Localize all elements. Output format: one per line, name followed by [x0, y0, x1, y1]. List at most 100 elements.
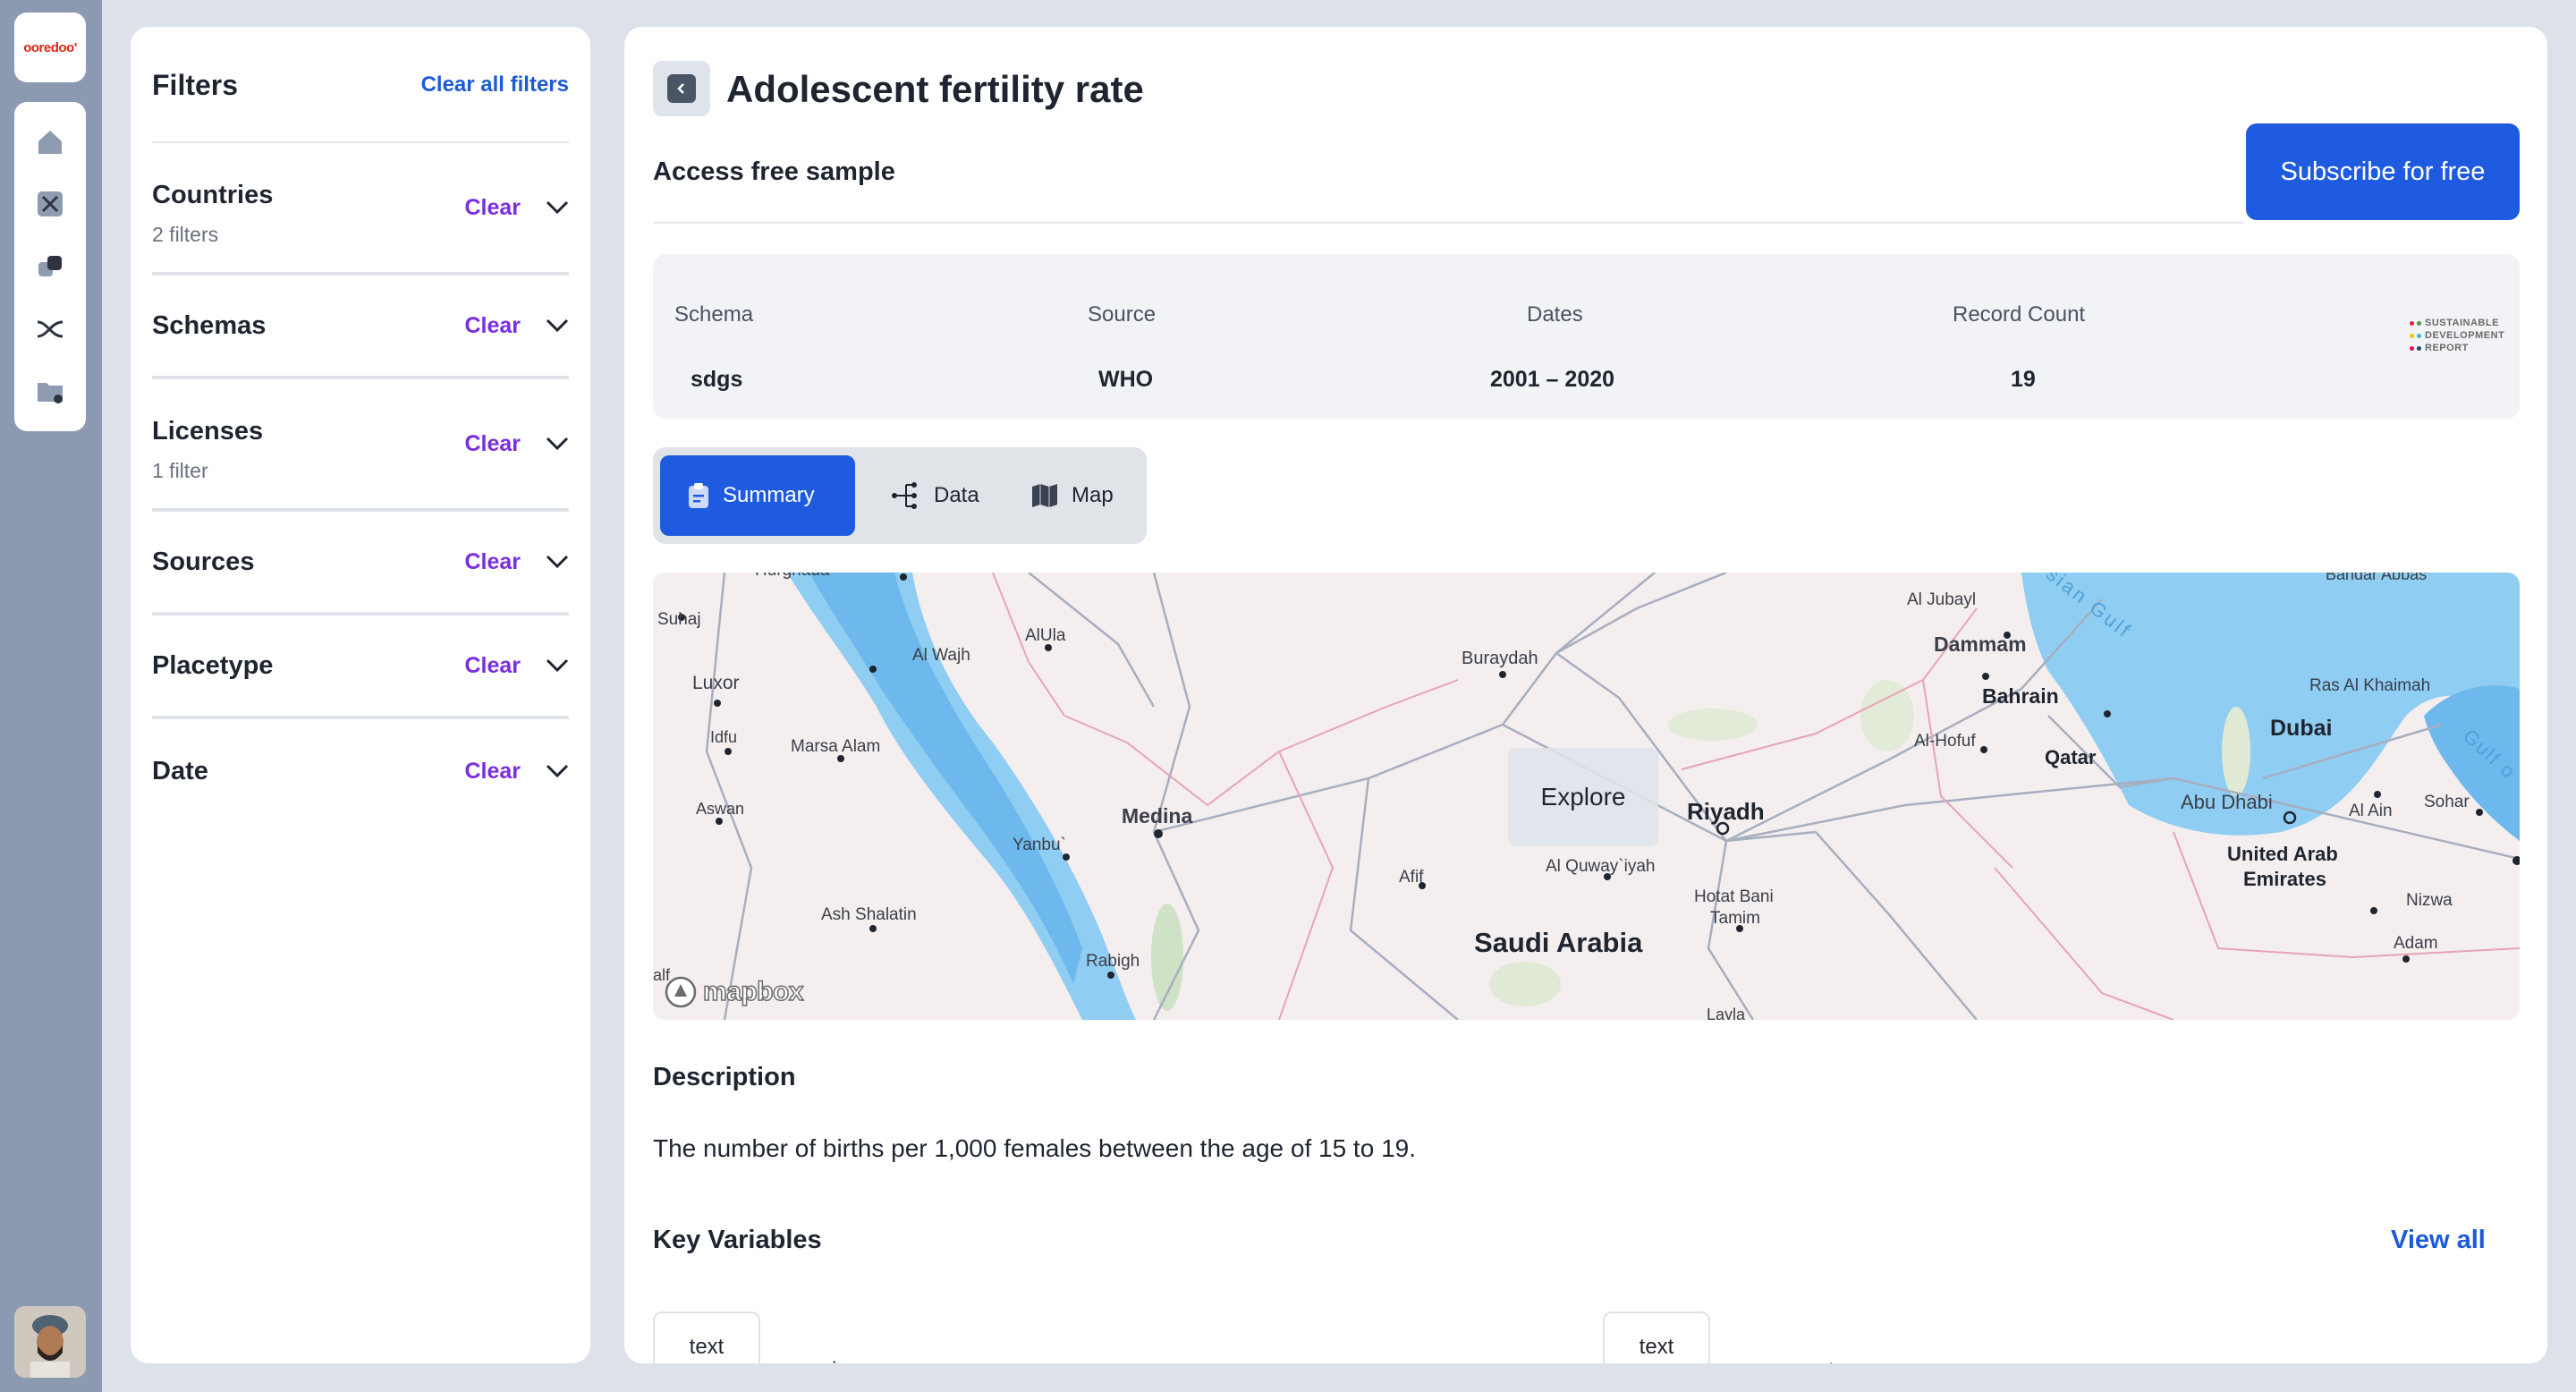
tab-summary[interactable]: Summary [660, 455, 855, 536]
view-all-link[interactable]: View all [2391, 1226, 2486, 1255]
clear-licenses-button[interactable]: Clear [464, 431, 521, 457]
map-label: Ras Al Khaimah [2309, 676, 2430, 695]
data-tree-icon [892, 482, 917, 509]
clear-countries-button[interactable]: Clear [464, 195, 521, 221]
clear-all-filters-link[interactable]: Clear all filters [421, 72, 569, 98]
map-label: Yanbu` [1013, 836, 1066, 854]
variable-type-chip: text [653, 1311, 760, 1363]
dataset-panel: Adolescent fertility rate Access free sa… [624, 27, 2547, 1363]
map-label: Dubai [2270, 716, 2332, 741]
filter-group-sources[interactable]: Sources Clear [152, 512, 569, 615]
map-label: Nizwa [2406, 891, 2453, 910]
filter-group-countries[interactable]: Countries 2 filters Clear [152, 143, 569, 276]
folder-user-icon[interactable] [30, 371, 70, 411]
description-heading: Description [653, 1063, 796, 1091]
rail-nav [14, 102, 86, 431]
tab-label: Summary [723, 483, 815, 507]
map-label: Al Ain [2349, 802, 2393, 820]
tab-label: Data [934, 483, 979, 507]
back-button[interactable] [653, 61, 710, 116]
dates-value: 2001 – 2020 [1490, 367, 1615, 392]
chevron-down-icon[interactable] [546, 555, 569, 569]
filter-group-count: 2 filters [152, 223, 219, 246]
schema-value: sdgs [691, 367, 743, 392]
schema-label: Schema [674, 302, 754, 327]
map-preview[interactable]: Hurghada Suhaj Luxor Idfu Aswan Marsa Al… [653, 573, 2520, 1020]
filter-group-title: Countries [152, 181, 274, 209]
variable-type-chip: text [1603, 1311, 1710, 1363]
filter-group-schemas[interactable]: Schemas Clear [152, 276, 569, 379]
map-label: Hotat Bani [1694, 887, 1774, 906]
mapbox-attribution[interactable]: mapbox [664, 975, 804, 1009]
layers-icon[interactable] [30, 247, 70, 286]
tools-icon[interactable] [30, 184, 70, 224]
filter-group-title: Sources [152, 547, 255, 576]
dates-label: Dates [1527, 302, 1583, 327]
tab-data[interactable]: Data [866, 455, 1004, 536]
divider [653, 222, 2244, 224]
subscribe-button[interactable]: Subscribe for free [2246, 123, 2520, 220]
variable-name: iso [832, 1358, 860, 1363]
map-label: Aswan [696, 800, 744, 818]
filter-group-title: Date [152, 756, 208, 785]
map-label: Qatar [2045, 746, 2097, 768]
brand-logo-text: ooredoo' [23, 39, 77, 55]
source-value: WHO [1098, 367, 1154, 392]
home-icon[interactable] [30, 123, 70, 162]
map-label: Al-Hofuf [1914, 732, 1976, 751]
chevron-left-icon [667, 74, 696, 103]
tab-label: Map [1072, 483, 1114, 507]
chevron-down-icon[interactable] [546, 764, 569, 778]
clear-schemas-button[interactable]: Clear [464, 313, 521, 339]
filters-panel: Filters Clear all filters Countries 2 fi… [131, 27, 590, 1363]
mapbox-wordmark: mapbox [702, 976, 804, 1007]
map-label: Bandar Abbas [2326, 573, 2427, 583]
avatar[interactable] [14, 1306, 86, 1378]
filter-group-placetype[interactable]: Placetype Clear [152, 615, 569, 719]
filter-group-licenses[interactable]: Licenses 1 filter Clear [152, 379, 569, 512]
dataset-meta: Schema sdgs Source WHO Dates 2001 – 2020… [653, 254, 2520, 419]
chevron-down-icon[interactable] [546, 437, 569, 451]
clear-date-button[interactable]: Clear [464, 759, 521, 785]
variable-name: country [1782, 1358, 1852, 1363]
map-label: United Arab [2227, 843, 2338, 865]
chevron-down-icon[interactable] [546, 318, 569, 333]
map-label: AlUla [1025, 626, 1066, 645]
brand-logo[interactable]: ooredoo' [14, 13, 86, 82]
map-label: Bahrain [1982, 684, 2059, 708]
filters-title: Filters [152, 68, 239, 101]
map-label: Suhaj [657, 610, 701, 629]
map-label: Marsa Alam [791, 737, 880, 756]
free-sample-label: Access free sample [653, 157, 895, 186]
mapbox-logo-icon [665, 976, 697, 1008]
shuffle-icon[interactable] [30, 310, 70, 349]
tab-map[interactable]: Map [1005, 455, 1139, 536]
filter-group-date[interactable]: Date Clear [152, 719, 569, 823]
map-label: Buraydah [1462, 649, 1538, 668]
map-label: Medina [1122, 804, 1192, 828]
map-label: Idfu [710, 728, 737, 746]
clipboard-icon [689, 483, 708, 508]
sdr-logo-line: SUSTAINABLE [2425, 318, 2499, 328]
explore-map-button[interactable]: Explore [1508, 748, 1658, 846]
clear-sources-button[interactable]: Clear [464, 549, 521, 575]
clear-placetype-button[interactable]: Clear [464, 653, 521, 679]
map-label: Emirates [2243, 868, 2326, 890]
map-label: Layla [1707, 1006, 1746, 1020]
record-count-label: Record Count [1953, 302, 2086, 327]
chevron-down-icon[interactable] [546, 200, 569, 215]
filter-group-count: 1 filter [152, 459, 208, 482]
app-rail: ooredoo' [0, 0, 102, 1392]
map-label: Rabigh [1086, 952, 1140, 971]
map-label: Saudi Arabia [1474, 927, 1643, 958]
map-label: Hurghada [755, 573, 830, 580]
map-label: Dammam [1934, 632, 2027, 656]
map-label: Luxor [692, 673, 740, 693]
sdr-logo: SUSTAINABLE DEVELOPMENT REPORT [2410, 317, 2508, 358]
map-icon [1032, 484, 1057, 507]
chevron-down-icon[interactable] [546, 658, 569, 673]
view-tabs: Summary Data Map [653, 447, 1147, 544]
key-variables-heading: Key Variables [653, 1226, 822, 1254]
filters-header: Filters Clear all filters [152, 27, 569, 143]
map-label: Al Wajh [912, 646, 970, 665]
